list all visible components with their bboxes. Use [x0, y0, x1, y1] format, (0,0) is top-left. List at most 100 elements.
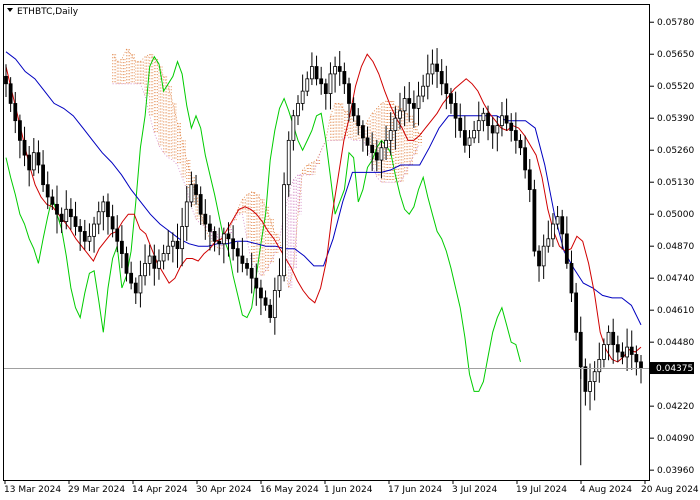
- candle-body: [611, 331, 616, 346]
- y-tick-label: 0.05520: [657, 82, 694, 92]
- candle-body: [458, 117, 463, 131]
- y-tick-label: 0.05650: [657, 50, 694, 60]
- candle-body: [541, 245, 546, 267]
- candle-body: [217, 240, 222, 245]
- candle-body: [22, 139, 27, 156]
- candle-body: [268, 304, 273, 318]
- y-tick-label: 0.04870: [657, 242, 694, 252]
- candle-body: [337, 66, 342, 72]
- current-price-tag: 0.04375: [650, 362, 694, 375]
- candle-body: [615, 344, 620, 353]
- y-tick-label: 0.05000: [657, 210, 694, 220]
- y-tick-label: 0.04610: [657, 306, 694, 316]
- price-axis: 0.05780 0.05650 0.05520 0.05390 0.05260 0.051…: [650, 18, 694, 476]
- candle-body: [444, 83, 449, 95]
- candle-body: [235, 248, 240, 257]
- candle-body: [13, 103, 18, 122]
- x-tick-label: 19 Jul 2024: [516, 485, 567, 495]
- candle-body: [398, 110, 402, 119]
- candle-body: [564, 233, 569, 264]
- candle-body: [537, 250, 541, 267]
- candle-body: [305, 78, 310, 92]
- candle-body: [27, 154, 32, 171]
- ichimoku-chart[interactable]: 0.05780 0.05650 0.05520 0.05390 0.05260 0.051…: [0, 0, 700, 500]
- candle-body: [504, 115, 509, 124]
- candle-body: [101, 201, 106, 213]
- candle-body: [342, 71, 347, 85]
- x-tick-label: 13 Mar 2024: [4, 485, 61, 495]
- candle-body: [560, 216, 565, 235]
- candle-body: [356, 115, 361, 126]
- candle-body: [411, 103, 416, 109]
- candle-body: [347, 83, 351, 104]
- candle-body: [249, 267, 254, 279]
- candle-body: [175, 240, 180, 250]
- candle-body: [625, 346, 629, 358]
- x-tick-label: 3 Jul 2024: [452, 485, 497, 495]
- candle-body: [166, 245, 171, 254]
- candle-body: [78, 226, 83, 232]
- candle-body: [226, 233, 231, 240]
- candle-body: [500, 115, 504, 126]
- candle-body: [328, 73, 333, 95]
- candle-body: [407, 98, 412, 104]
- candle-body: [606, 331, 611, 346]
- x-tick-label: 4 Aug 2024: [580, 485, 632, 495]
- candle-body: [374, 152, 379, 161]
- candle-body: [592, 371, 597, 382]
- candle-body: [189, 184, 194, 203]
- candle-body: [569, 263, 574, 294]
- candle-body: [31, 152, 36, 171]
- candle-body: [157, 260, 161, 269]
- candle-body: [82, 231, 87, 242]
- candle-body: [36, 152, 41, 166]
- candle-body: [55, 203, 59, 215]
- candle-body: [388, 130, 393, 141]
- candle-body: [124, 253, 129, 274]
- candle-body: [416, 95, 421, 109]
- candle-body: [583, 366, 588, 392]
- candle-body: [50, 196, 55, 205]
- y-tick-label: 0.05130: [657, 178, 694, 188]
- candle-body: [472, 130, 477, 139]
- candle-body: [578, 331, 583, 368]
- candle-body: [546, 238, 551, 247]
- candle-body: [523, 147, 528, 171]
- candle-body: [259, 287, 263, 299]
- candle-body: [92, 223, 96, 237]
- candle-body: [453, 103, 458, 119]
- candle-body: [212, 231, 217, 242]
- candle-body: [319, 78, 324, 85]
- candle-body: [379, 147, 384, 161]
- candle-body: [495, 125, 500, 134]
- candle-body: [300, 90, 305, 104]
- candle-body: [45, 184, 50, 198]
- candle-body: [231, 238, 236, 250]
- candle-body: [449, 93, 453, 104]
- candle-body: [184, 201, 189, 227]
- candle-body: [203, 213, 208, 225]
- y-tick-label: 0.04480: [657, 338, 694, 348]
- chart-title: ETHBTC,Daily: [17, 7, 79, 17]
- candle-body: [323, 83, 328, 95]
- candle-body: [282, 184, 287, 277]
- candle-body: [384, 139, 388, 149]
- candle-body: [555, 216, 560, 225]
- candle-body: [467, 137, 472, 146]
- candle-body: [170, 240, 175, 247]
- candle-body: [73, 216, 78, 227]
- candle-body: [129, 272, 134, 284]
- candle-body: [286, 139, 291, 186]
- candle-body: [620, 351, 625, 358]
- candle-body: [110, 216, 115, 230]
- candle-body: [96, 211, 101, 225]
- candle-body: [221, 233, 226, 245]
- x-tick-label: 20 Aug 2024: [641, 485, 699, 495]
- candle-body: [240, 255, 245, 264]
- candle-body: [147, 255, 152, 264]
- candle-body: [115, 228, 120, 242]
- candle-body: [333, 66, 337, 75]
- candle-body: [263, 297, 268, 306]
- candle-body: [161, 253, 166, 262]
- x-tick-label: 16 May 2024: [260, 485, 319, 495]
